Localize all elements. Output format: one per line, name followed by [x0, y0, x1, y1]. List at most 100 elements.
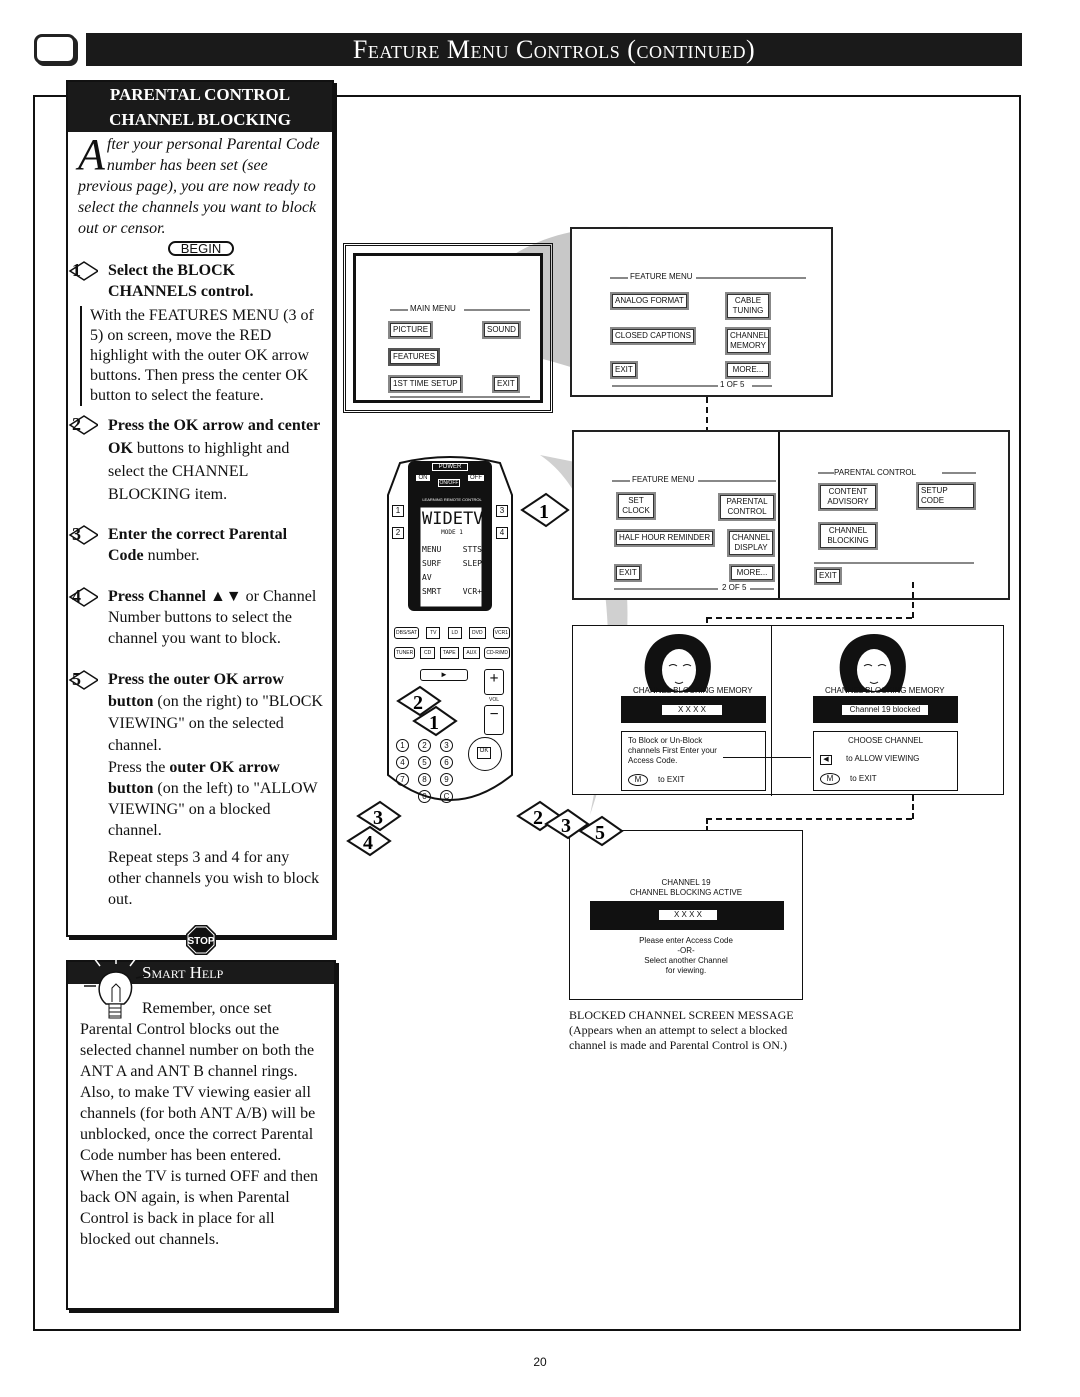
exit-hint: to EXIT: [658, 775, 685, 784]
connector-arrow: [723, 757, 811, 758]
play-button[interactable]: ►: [420, 669, 468, 681]
svg-text:4: 4: [363, 832, 373, 854]
source-key[interactable]: VCR1: [492, 627, 510, 639]
exit-hint: to EXIT: [850, 774, 877, 783]
menu-button-channel-blocking[interactable]: CHANNEL BLOCKING: [818, 522, 878, 550]
off-button[interactable]: OFF: [468, 475, 484, 481]
menu-button-exit[interactable]: EXIT: [614, 564, 642, 582]
flow-line: [912, 582, 914, 618]
menu-button-analog-format[interactable]: ANALOG FORMAT: [610, 292, 689, 310]
source-key[interactable]: CD-R/MD: [484, 647, 510, 659]
source-key[interactable]: LD: [447, 627, 462, 639]
panel-header: PARENTAL CONTROL CHANNEL BLOCKING: [68, 82, 332, 132]
volume-up-button[interactable]: +: [484, 669, 504, 695]
flow-arrow: [706, 397, 708, 433]
menu-m-button-icon[interactable]: M: [628, 774, 648, 786]
header-line-2: CHANNEL BLOCKING: [109, 110, 291, 129]
menu-button-cable-tuning[interactable]: CABLE TUNING: [725, 292, 771, 320]
blocked-instructions: Please enter Access Code -OR- Select ano…: [639, 936, 733, 975]
menu-button-parental-control[interactable]: PARENTAL CONTROL: [718, 493, 776, 521]
menu-button-set-clock[interactable]: SET CLOCK: [616, 492, 656, 520]
number-keypad: 1 2 3 4 5 6 7 8 9 0 C: [396, 739, 462, 803]
step-number-badge: 3: [68, 524, 98, 545]
menu-button-setup-code[interactable]: SETUP CODE: [916, 482, 976, 510]
page-title: Feature Menu Controls (continued): [86, 33, 1022, 66]
power-label: POWER: [432, 463, 468, 471]
menu-button-exit[interactable]: EXIT: [492, 375, 520, 393]
number-key[interactable]: 8: [418, 773, 431, 786]
main-menu-screen: MAIN MENU PICTURE SOUND FEATURES 1ST TIM…: [343, 243, 553, 413]
svg-text:1: 1: [539, 501, 549, 523]
number-key[interactable]: 5: [418, 756, 431, 769]
source-key[interactable]: AUX: [463, 647, 480, 659]
choose-channel-box: CHOOSE CHANNEL ◀ to ALLOW VIEWING Mto EXI…: [813, 731, 958, 791]
menu-button-channel-memory[interactable]: CHANNEL MEMORY: [725, 327, 771, 355]
blocking-memory-heading: CHANNEL BLOCKING MEMORY: [825, 686, 945, 695]
menu-button-channel-display[interactable]: CHANNEL DISPLAY: [727, 529, 775, 557]
svg-text:STOP: STOP: [187, 936, 214, 947]
step-number-badge: 4: [68, 586, 98, 607]
source-key[interactable]: DVD: [469, 627, 486, 639]
menu-button-closed-captions[interactable]: CLOSED CAPTIONS: [609, 327, 697, 345]
number-key[interactable]: 9: [440, 773, 453, 786]
volume-down-button[interactable]: −: [484, 705, 504, 735]
step-1-title-rest: control.: [196, 283, 254, 300]
lcd-soft-keys: MENU STTS SURF SLEP AV SMRT VCR+: [422, 545, 482, 596]
number-key[interactable]: 4: [396, 756, 409, 769]
remote-control: POWER ON ON/OFF OFF LEARNING REMOTE CONT…: [382, 455, 518, 815]
clear-key[interactable]: C: [440, 790, 453, 803]
stop-sign-icon: STOP: [186, 925, 216, 955]
number-key[interactable]: 3: [440, 739, 453, 752]
flow-line: [706, 617, 912, 619]
macro-key-1[interactable]: 1: [392, 505, 404, 517]
menu-button-picture[interactable]: PICTURE: [387, 321, 434, 339]
source-key[interactable]: TUNER: [394, 647, 416, 659]
model-label: LEARNING REMOTE CONTROL: [422, 497, 482, 502]
access-code-field[interactable]: X X X X: [658, 909, 718, 921]
menu-button-sound[interactable]: SOUND: [482, 321, 521, 339]
callout-diamond-5: 5: [578, 815, 624, 847]
menu-button-features[interactable]: FEATURES: [387, 348, 441, 366]
step-3-title-rest: number.: [143, 547, 200, 564]
caption-title: BLOCKED CHANNEL SCREEN MESSAGE: [569, 1008, 794, 1022]
macro-key-3[interactable]: 3: [496, 505, 508, 517]
ok-button[interactable]: OK: [477, 747, 491, 759]
parental-control-heading: PARENTAL CONTROL: [834, 468, 917, 477]
blocking-active-label: CHANNEL BLOCKING ACTIVE: [629, 888, 743, 897]
source-onoff-button[interactable]: ON/OFF: [438, 479, 460, 487]
access-code-field[interactable]: X X X X: [661, 704, 723, 716]
menu-button-content-advisory[interactable]: CONTENT ADVISORY: [818, 483, 878, 511]
number-key[interactable]: 6: [440, 756, 453, 769]
source-key[interactable]: TV: [426, 627, 441, 639]
menu-button-exit[interactable]: EXIT: [814, 567, 842, 585]
intro-text: fter your personal Parental Code number …: [78, 136, 320, 237]
menu-button-more[interactable]: MORE...: [729, 564, 775, 582]
number-key[interactable]: 1: [396, 739, 409, 752]
number-key[interactable]: 2: [418, 739, 431, 752]
on-button[interactable]: ON: [416, 475, 430, 481]
blocked-channel-number: CHANNEL 19: [661, 878, 711, 887]
svg-text:1: 1: [429, 712, 439, 734]
macro-key-2[interactable]: 2: [392, 527, 404, 539]
source-key[interactable]: TAPE: [439, 647, 459, 659]
source-keys-row-2: TUNER CD TAPE AUX CD-R/MD: [394, 647, 510, 659]
source-key[interactable]: DBS/SAT: [394, 627, 420, 639]
step-5-text: Press the outer OK arrow button (on the …: [108, 759, 318, 839]
number-key[interactable]: 0: [418, 790, 431, 803]
macro-key-4[interactable]: 4: [496, 527, 508, 539]
menu-button-1st-time-setup[interactable]: 1ST TIME SETUP: [388, 375, 463, 393]
step-number-badge: 2: [68, 414, 98, 435]
tv-icon: [34, 34, 76, 64]
menu-m-button-icon[interactable]: M: [820, 773, 840, 785]
menu-button-more[interactable]: MORE...: [725, 361, 771, 379]
source-keys-row-1: DBS/SAT TV LD DVD VCR1: [394, 627, 510, 639]
number-key[interactable]: 7: [396, 773, 409, 786]
blocking-memory-heading: CHANNEL BLOCKING MEMORY: [633, 686, 753, 695]
menu-button-exit[interactable]: EXIT: [610, 361, 638, 379]
source-key[interactable]: CD: [419, 647, 436, 659]
feature-menu-heading: FEATURE MENU: [630, 272, 693, 281]
lightbulb-icon: [84, 954, 147, 1019]
feature-menu-heading: FEATURE MENU: [632, 475, 695, 484]
menu-button-half-hour-reminder[interactable]: HALF HOUR REMINDER: [613, 529, 716, 547]
left-arrow-button-icon[interactable]: ◀: [820, 755, 832, 765]
